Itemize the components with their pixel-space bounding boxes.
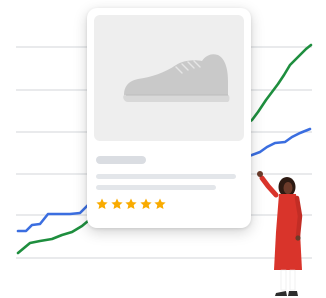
product-description-placeholder [96, 174, 236, 179]
product-card[interactable] [87, 8, 251, 228]
star-icon [154, 198, 166, 210]
person-figure [257, 171, 303, 296]
sneaker-icon [123, 54, 230, 102]
product-description-placeholder [96, 185, 216, 190]
star-icon [139, 198, 152, 210]
star-icon [96, 198, 108, 210]
star-icon [125, 198, 137, 210]
star-rating [95, 197, 168, 211]
product-title-placeholder [96, 156, 146, 164]
product-image [94, 15, 244, 141]
star-icon [110, 198, 123, 210]
